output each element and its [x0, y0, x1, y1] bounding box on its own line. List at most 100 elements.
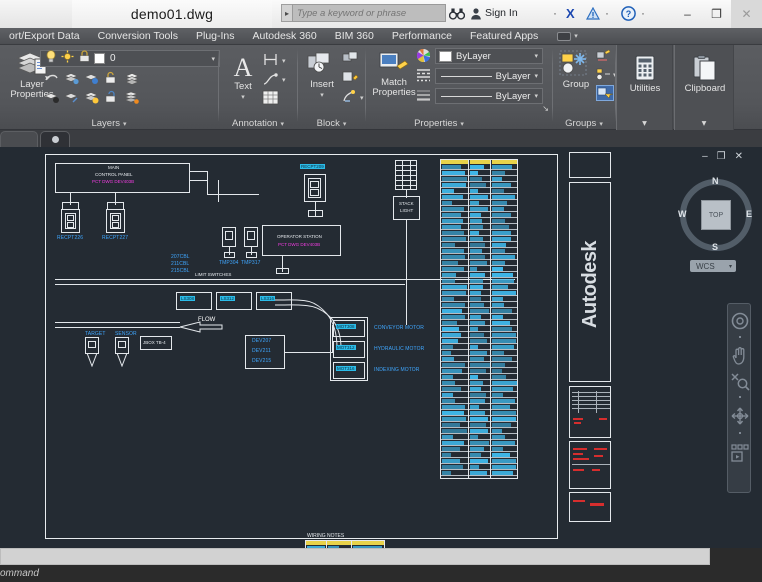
tab-conversion-tools[interactable]: Conversion Tools	[89, 28, 187, 45]
clipboard-button[interactable]: Clipboard	[681, 54, 729, 94]
tab-import-export-data[interactable]: ort/Export Data	[0, 28, 89, 45]
viewcube-top-face[interactable]: TOP	[701, 200, 731, 230]
layer-thaw-sun-icon[interactable]	[61, 50, 74, 68]
help-icon[interactable]: ?	[621, 4, 636, 22]
layer-freeze-icon[interactable]	[64, 90, 79, 104]
tab-autodesk-360[interactable]: Autodesk 360	[244, 28, 326, 45]
search-input[interactable]	[292, 4, 446, 22]
warning-icon[interactable]	[586, 4, 600, 22]
panel-properties: Match Properties ByLayer ▾ ByLayer ▾ ByL…	[366, 45, 552, 130]
layer-unlock-icon[interactable]	[104, 71, 119, 85]
viewcube-west-label[interactable]: W	[678, 209, 687, 219]
insert-caret-icon[interactable]: ▾	[320, 91, 324, 99]
lineweight-combo[interactable]: ByLayer ▾	[435, 88, 543, 104]
tab-bim-360[interactable]: BIM 360	[326, 28, 383, 45]
pan-hand-icon[interactable]	[730, 344, 750, 366]
maximize-button[interactable]: ❐	[702, 0, 731, 28]
linetype-icon[interactable]	[416, 68, 432, 83]
lineweight-caret-icon[interactable]: ▾	[534, 92, 538, 100]
navigation-bar[interactable]	[727, 303, 751, 493]
edit-attribute-icon[interactable]	[342, 89, 359, 104]
object-color-combo[interactable]: ByLayer ▾	[435, 48, 543, 64]
layer-isolate-icon[interactable]	[124, 71, 139, 85]
utilities-button[interactable]: Utilities	[623, 54, 667, 94]
panel-title-layers[interactable]: Layers ▾	[0, 118, 218, 129]
panel-title-groups[interactable]: Groups ▾	[553, 118, 615, 129]
dimension-caret-icon[interactable]: ▾	[282, 57, 286, 65]
dimension-icon[interactable]	[262, 52, 280, 68]
properties-dialog-launcher[interactable]: ↘	[542, 104, 549, 113]
steering-wheel-icon[interactable]	[730, 310, 750, 332]
search-box[interactable]: ▸	[281, 4, 446, 22]
showmotion-icon[interactable]	[730, 442, 750, 464]
group-button[interactable]: Group	[557, 50, 595, 90]
close-button[interactable]: ✕	[731, 0, 762, 28]
tab-featured-apps[interactable]: Featured Apps	[461, 28, 547, 45]
group-edit-icon[interactable]	[596, 67, 612, 81]
layer-selector-combo[interactable]: 0 ▾	[40, 49, 220, 68]
junction-box-label: JBOX TB-4	[143, 340, 166, 345]
color-wheel-icon[interactable]	[416, 48, 432, 63]
panel-toggle-badge-icon[interactable]	[557, 31, 572, 41]
search-dropdown-arrow[interactable]: ▸	[281, 4, 292, 22]
autodesk-exchange-icon[interactable]: X	[566, 4, 575, 22]
minimize-button[interactable]: –	[673, 0, 702, 28]
layer-previous-icon[interactable]	[44, 71, 59, 85]
text-caret-icon[interactable]: ▾	[241, 93, 245, 101]
match-properties-button[interactable]: Match Properties	[370, 50, 418, 98]
command-history-bar[interactable]	[0, 548, 710, 565]
command-prompt[interactable]: ommand	[0, 568, 39, 579]
ungroup-icon[interactable]	[596, 49, 612, 63]
title-block-top	[569, 152, 611, 178]
lineweight-icon[interactable]	[416, 88, 432, 103]
panel-title-properties[interactable]: Properties ▾	[346, 118, 532, 129]
layer-match-icon[interactable]	[84, 71, 99, 85]
layer-on-bulb-icon[interactable]	[45, 49, 57, 68]
layer-off-icon[interactable]	[44, 90, 59, 104]
motor-308-desc: CONVEYOR MOTOR	[374, 325, 424, 331]
zoom-extents-icon[interactable]	[730, 370, 750, 392]
attribute-caret-icon[interactable]: ▾	[360, 94, 364, 102]
insert-block-button[interactable]: Insert ▾	[302, 50, 342, 99]
drawing-restore-button[interactable]: ❐	[717, 151, 726, 162]
text-button[interactable]: A Text ▾	[226, 52, 260, 101]
wcs-selector[interactable]: WCS ▾	[690, 260, 736, 272]
group-selection-toggle[interactable]	[596, 85, 614, 101]
viewcube-south-label[interactable]: S	[712, 242, 718, 252]
layer-unlock-layer-icon[interactable]	[104, 90, 119, 104]
tab-plug-ins[interactable]: Plug-Ins	[187, 28, 244, 45]
drawing-tab-demo01[interactable]	[40, 131, 70, 147]
orbit-icon[interactable]	[730, 404, 750, 428]
drawing-close-button[interactable]: ✕	[735, 151, 743, 162]
panel-toggle-caret-icon[interactable]: ▾	[574, 32, 578, 40]
utilities-caret-icon[interactable]: ▾	[617, 118, 672, 129]
layer-combo-caret-icon[interactable]: ▾	[211, 55, 215, 63]
object-color-caret-icon[interactable]: ▾	[534, 52, 538, 60]
drawing-tab-start[interactable]	[0, 131, 38, 147]
layer-color-swatch[interactable]	[94, 53, 105, 64]
viewcube[interactable]: TOP N S E W	[678, 176, 752, 252]
drawing-minimize-button[interactable]: –	[702, 151, 708, 162]
define-attributes-icon[interactable]	[342, 70, 359, 85]
model-viewport[interactable]: – ❐ ✕ MAIN CONTROL PANEL PCT DWG DEV403B…	[0, 147, 762, 548]
sign-in-button[interactable]: Sign In	[470, 4, 518, 22]
viewcube-north-label[interactable]: N	[712, 176, 719, 186]
table-icon[interactable]	[262, 90, 280, 106]
layer-lock-layer-icon[interactable]	[84, 90, 99, 104]
linetype-combo[interactable]: ByLayer ▾	[435, 68, 543, 84]
viewcube-east-label[interactable]: E	[746, 209, 752, 219]
motor-312-desc: HYDRAULIC MOTOR	[374, 346, 425, 352]
layer-lock-icon[interactable]	[78, 49, 91, 68]
panel-title-annotation[interactable]: Annotation ▾	[219, 118, 297, 129]
wcs-caret-icon[interactable]: ▾	[729, 263, 732, 270]
tab-performance[interactable]: Performance	[383, 28, 461, 45]
clipboard-caret-icon[interactable]: ▾	[675, 118, 733, 129]
linetype-caret-icon[interactable]: ▾	[534, 72, 538, 80]
leader-icon[interactable]	[262, 71, 280, 87]
quick-access-toolbar[interactable]	[0, 0, 72, 28]
leader-caret-icon[interactable]: ▾	[282, 76, 286, 84]
layer-make-current-icon[interactable]	[64, 71, 79, 85]
search-binoculars-icon[interactable]	[449, 4, 465, 22]
block-editor-icon[interactable]	[342, 51, 359, 66]
layer-merge-icon[interactable]	[124, 90, 139, 104]
